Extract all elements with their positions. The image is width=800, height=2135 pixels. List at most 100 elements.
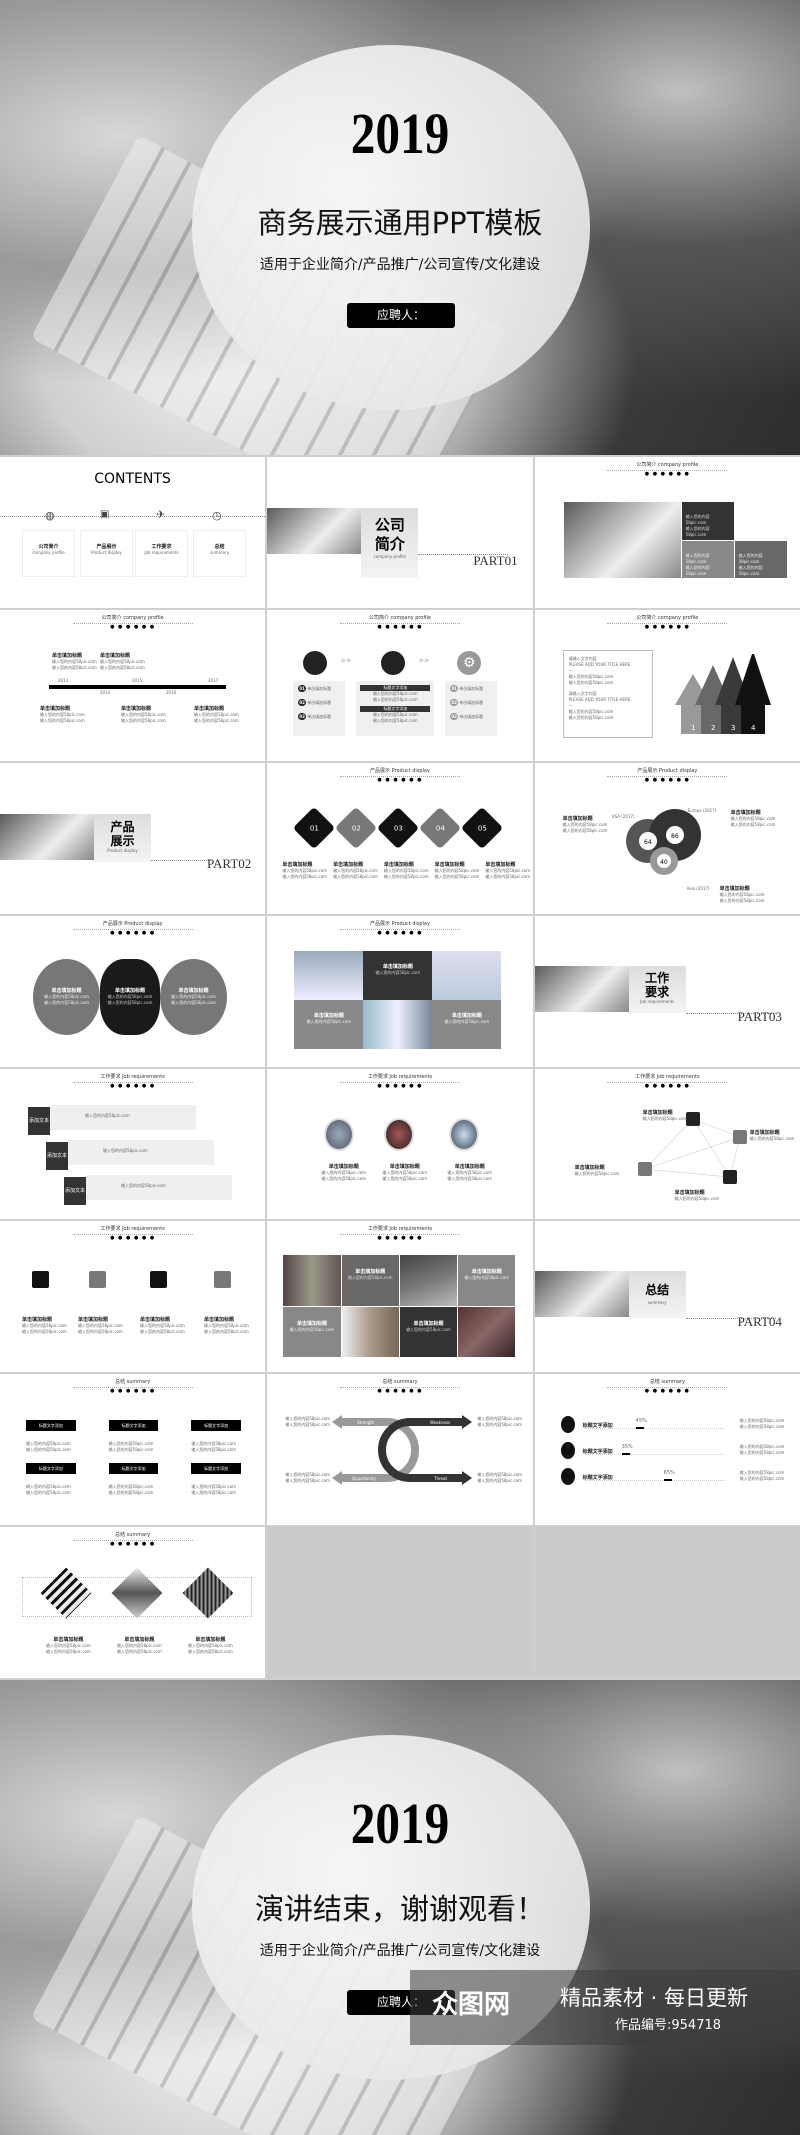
swot-label: Threat: [433, 1476, 447, 1481]
section-cn: 公司: [374, 516, 405, 534]
slide-contents[interactable]: CONTENTS ◍ ▣ ✈ ◷ 公司简介 company profile 产品展…: [0, 457, 266, 608]
progress-value: 65%: [663, 1470, 675, 1477]
slide-diamonds[interactable]: 总结 summary ● ● ● ● ● ● 单击填加标题 输入您的内容58pic.…: [0, 1527, 266, 1678]
slide-part04[interactable]: 总结 summary PART04: [534, 1221, 800, 1373]
cart-icon: [685, 1111, 700, 1126]
slide-part03[interactable]: 工作 要求 Job requirements PART03: [534, 915, 800, 1067]
clock-icon: ◷: [212, 509, 222, 522]
contents-item[interactable]: 工作要求 Job requirements: [135, 530, 188, 577]
tag-row: 输入您的内容58pic.com: [50, 1104, 196, 1130]
step: 01: [293, 806, 336, 849]
slide-header: 产品展示 Product display ● ● ● ● ● ●: [535, 767, 800, 783]
swot-text: 输入您的内容58pic.com 输入您的内容58pic.com: [477, 1472, 523, 1484]
section-label: 工作 要求 Job requirements: [628, 965, 686, 1013]
globe-icon: [637, 1161, 652, 1176]
year-label: 2016: [166, 689, 177, 695]
progress-text: 输入您的内容58pic.com 输入您的内容58pic.com: [739, 1470, 785, 1482]
contents-item[interactable]: 总结 summary: [193, 530, 246, 577]
slide-tags[interactable]: 工作要求 Job requirements ● ● ● ● ● ● 输入您的内容5…: [0, 1068, 266, 1220]
step: 04: [419, 806, 462, 849]
text-panel: 请输入文字内容 PLEASE ADD YOUR TITLE HERE — 输入您的内容…: [562, 649, 653, 738]
tag-label: 添加文本: [64, 1176, 86, 1205]
contents-item[interactable]: 产品展示 Product display: [80, 530, 133, 577]
slide-part01[interactable]: 公司 简介 company profile PART01: [267, 457, 533, 608]
oval: 单击填加标题 输入您的内容58pic.com 输入您的内容58pic.com: [33, 958, 100, 1035]
slide-header: 总结 summary ● ● ● ● ● ●: [0, 1378, 265, 1394]
tag-row: 输入您的内容58pic.com: [68, 1139, 214, 1165]
slide-header: 工作要求 Job requirements ● ● ● ● ● ●: [0, 1073, 265, 1089]
slide-header: 工作要求 Job requirements ● ● ● ● ● ●: [267, 1073, 532, 1089]
swot-text: 输入您的内容58pic.com 输入您的内容58pic.com: [285, 1472, 331, 1484]
numbered-list: 01 单击填加标题 02 单击填加标题 03 单击填加标题: [445, 680, 498, 736]
item-cn: 总结: [214, 544, 225, 550]
aperture-icon: [303, 650, 328, 675]
venn-text: 单击填加标题 输入您的内容58pic.com 输入您的内容58pic.com: [730, 809, 776, 827]
contents-item[interactable]: 公司简介 company profile: [22, 530, 75, 577]
slide-timeline[interactable]: 公司简介 company profile ● ● ● ● ● ● 单击填加标题 输入…: [0, 609, 266, 761]
photo-grid: 单击填加标题 输入您的内容58pic.com 单击填加标题 输入您的内容58pic.…: [294, 950, 502, 1049]
progress-text: 输入您的内容58pic.com 输入您的内容58pic.com: [739, 1444, 785, 1456]
timeline-bar: [49, 684, 226, 689]
icon-caption: 单击填加标题 输入您的内容58pic.com 输入您的内容58pic.com: [140, 1317, 185, 1335]
slide-city-grid[interactable]: 工作要求 Job requirements ● ● ● ● ● ● 单击填加标题输…: [267, 1221, 533, 1373]
text-box: 输入您的内容58pic.com 输入您的内容58pic.com: [734, 541, 787, 578]
cover-subtitle: 适用于企业简介/产品推广/公司宣传/文化建设: [259, 257, 541, 273]
section-en: company profile: [373, 554, 406, 559]
airplane-icon: ✈: [156, 508, 166, 521]
item-cn: 工作要求: [151, 544, 172, 550]
slide-part02[interactable]: 产品 展示 Product display PART02: [0, 762, 266, 914]
step-captions: 单击填加标题 输入您的内容58pic.com 输入您的内容58pic.com 单击填…: [282, 861, 531, 879]
slide-photo-boxes[interactable]: 公司简介 company profile ● ● ● ● ● ● 输入您的内容58…: [534, 457, 800, 608]
tag-label: 添加文本: [28, 1106, 50, 1135]
timeline-item: 单击填加标题 输入您的内容58pic.com 输入您的内容58pic.com: [100, 652, 145, 670]
slide-header: 工作要求 Job requirements ● ● ● ● ● ●: [535, 1073, 800, 1089]
slide-swot[interactable]: 总结 summary ● ● ● ● ● ● Strength Weakness …: [267, 1374, 533, 1526]
slide-photo-grid[interactable]: 产品展示 Product display ● ● ● ● ● ● 单击填加标题 输入…: [267, 915, 533, 1067]
diamond-caption: 单击填加标题 输入您的内容58pic.com 输入您的内容58pic.com: [46, 1637, 91, 1655]
progress-track: [584, 1428, 725, 1430]
slide-steps[interactable]: 产品展示 Product display ● ● ● ● ● ● 01 02 03…: [267, 762, 533, 914]
chevrons-icon: »»: [340, 655, 352, 666]
round-photo: [324, 1117, 355, 1151]
slide-progress[interactable]: 总结 summary ● ● ● ● ● ● 标题文字添加 45% 输入您的内容5…: [534, 1374, 800, 1526]
slide-header: 公司简介 company profile ● ● ● ● ● ●: [535, 614, 800, 630]
slide-icons[interactable]: 工作要求 Job requirements ● ● ● ● ● ● 单击填加标题输…: [0, 1221, 266, 1373]
icon-caption: 单击填加标题 输入您的内容58pic.com 输入您的内容58pic.com: [78, 1317, 123, 1335]
venn-value: 40: [660, 859, 668, 866]
basket-icon: [32, 1271, 49, 1289]
diamond-caption: 单击填加标题 输入您的内容58pic.com 输入您的内容58pic.com: [188, 1637, 233, 1655]
slide-venn[interactable]: 产品展示 Product display ● ● ● ● ● ● 64 86 40…: [534, 762, 800, 914]
title-blocks: 标题文字添加 输入您的内容58pic.com 输入您的内容58pic.com 标题文…: [26, 1420, 241, 1496]
buildings-photo: [363, 999, 433, 1049]
venn-text: 单击填加标题 输入您的内容58pic.com 输入您的内容58pic.com: [719, 885, 765, 903]
contents-line: [0, 516, 265, 517]
year-label: 2014: [100, 689, 111, 695]
venn-text: 单击填加标题 输入您的内容58pic.com 输入您的内容58pic.com: [562, 815, 608, 833]
slide-arrows[interactable]: 公司简介 company profile ● ● ● ● ● ● 请输入文字内容 P…: [534, 609, 800, 761]
slide-process[interactable]: 公司简介 company profile ● ● ● ● ● ● »» »» ⚙ …: [267, 609, 533, 761]
arrow-chart: 1 2 3 4: [674, 653, 771, 734]
slide-title-blocks[interactable]: 总结 summary ● ● ● ● ● ● 标题文字添加 输入您的内容58pic.…: [0, 1374, 266, 1526]
laptop-icon: ▣: [100, 509, 110, 520]
slide-grid: CONTENTS ◍ ▣ ✈ ◷ 公司简介 company profile 产品展…: [0, 455, 800, 1680]
applicant-button[interactable]: 应聘人：: [347, 303, 455, 328]
basket-icon: [732, 1129, 747, 1144]
text-box: 输入您的内容58pic.com 输入您的内容58pic.com: [681, 541, 734, 578]
thermometer-icon: [560, 1416, 575, 1434]
year-label: 2017: [208, 677, 219, 683]
swot-text: 输入您的内容58pic.com 输入您的内容58pic.com: [477, 1416, 523, 1428]
slide-network[interactable]: 工作要求 Job requirements ● ● ● ● ● ● 单击填加标题输…: [534, 1068, 800, 1220]
arrow-label: 4: [751, 724, 756, 732]
oval: 单击填加标题 输入您的内容58pic.com 输入您的内容58pic.com: [100, 958, 160, 1035]
slide-round-photos[interactable]: 工作要求 Job requirements ● ● ● ● ● ● 单击填加标题输…: [267, 1068, 533, 1220]
numbered-list: 01 单击填加标题 02 单击填加标题 03 单击填加标题: [293, 680, 346, 736]
watermark-slogan: 精品素材 · 每日更新: [560, 1986, 749, 2010]
swot-label: Strength: [357, 1420, 375, 1425]
slide-ovals[interactable]: 产品展示 Product display ● ● ● ● ● ● 单击填加标题 输入…: [0, 915, 266, 1067]
diamond-caption: 单击填加标题 输入您的内容58pic.com 输入您的内容58pic.com: [117, 1637, 162, 1655]
slide-header: 总结 summary ● ● ● ● ● ●: [535, 1378, 800, 1394]
round-photo: [449, 1117, 480, 1151]
venn-label: USA (2017): [611, 813, 635, 819]
caption: 单击填加标题 输入您的内容58pic.com 输入您的内容58pic.com: [447, 1163, 493, 1181]
node-text: 单击填加标题 输入您的内容58pic.com: [574, 1164, 620, 1176]
